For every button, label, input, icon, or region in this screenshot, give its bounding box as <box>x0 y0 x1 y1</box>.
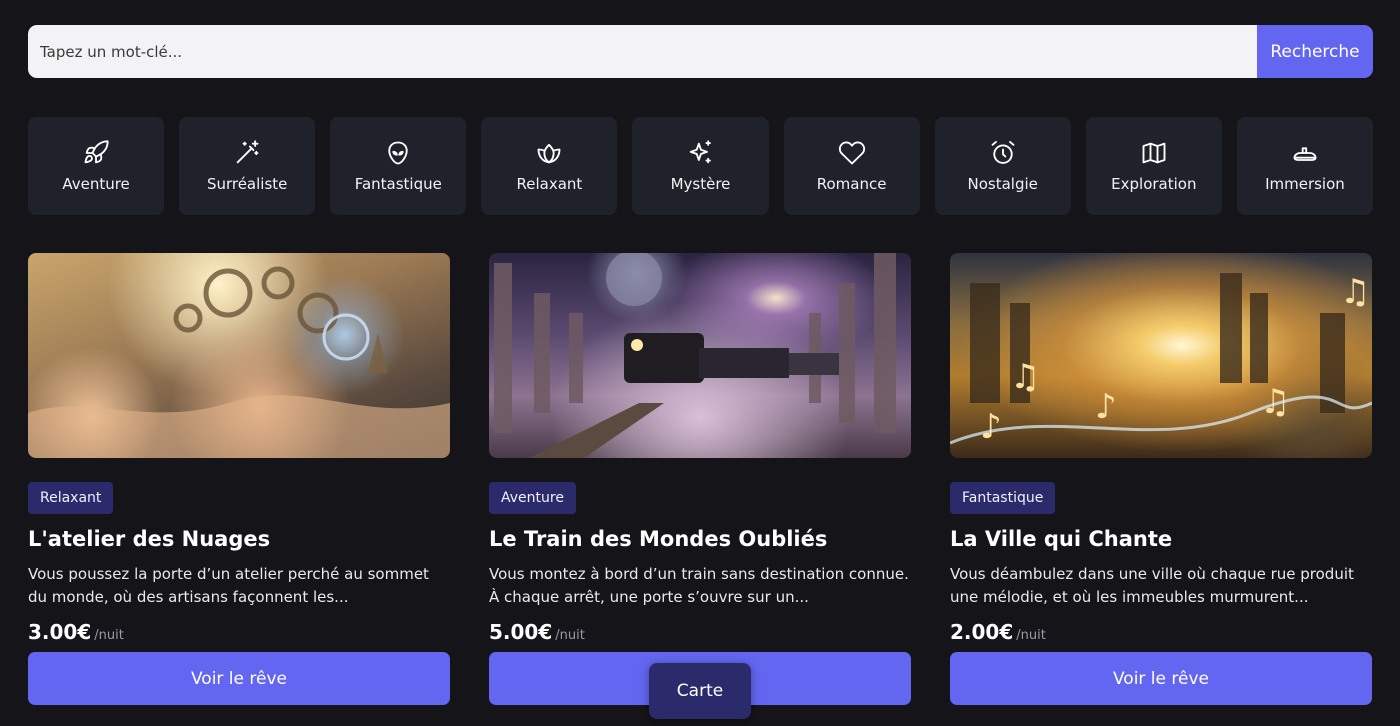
category-aventure[interactable]: Aventure <box>28 117 165 215</box>
card-title: La Ville qui Chante <box>950 527 1173 551</box>
category-label: Nostalgie <box>967 175 1038 193</box>
category-label: Surréaliste <box>206 175 288 193</box>
category-nostalgie[interactable]: Nostalgie <box>934 117 1071 215</box>
card-title: Le Train des Mondes Oubliés <box>489 527 828 551</box>
category-surrealiste[interactable]: Surréaliste <box>179 117 316 215</box>
card-illustration: ♪♫♫♫♪ <box>950 272 1372 447</box>
dream-card: ♪ ♫ ♫ ♫ ♪ Fantastique La Ville qui Chante Vo… <box>950 253 1372 705</box>
category-list: Aventure Surréaliste Fantastique Relaxan… <box>28 117 1373 215</box>
dream-card-list: Relaxant L'atelier des Nuages Vous pouss… <box>28 253 1373 705</box>
category-label: Exploration <box>1111 175 1197 193</box>
card-description: Vous déambulez dans une ville où chaque … <box>950 565 1354 606</box>
card-description: Vous poussez la porte d’un atelier perch… <box>28 565 429 606</box>
rocket-icon <box>84 140 109 164</box>
card-image: ♪ ♫ ♫ ♫ ♪ <box>950 253 1372 458</box>
category-badge: Relaxant <box>28 482 114 514</box>
map-icon <box>1142 142 1166 164</box>
category-badge: Aventure <box>489 482 576 514</box>
price-unit: /nuit <box>1016 628 1046 643</box>
category-relaxant[interactable]: Relaxant <box>481 117 618 215</box>
category-label: Relaxant <box>516 175 583 193</box>
card-image <box>28 253 450 458</box>
category-label: Romance <box>816 175 887 193</box>
map-button[interactable]: Carte <box>649 663 751 719</box>
price-row: 5.00€ /nuit <box>489 620 911 644</box>
alien-icon <box>388 141 408 165</box>
price-row: 2.00€ /nuit <box>950 620 1372 644</box>
view-dream-button[interactable]: Voir le rêve <box>28 652 450 705</box>
card-image <box>489 253 911 458</box>
sparkles-icon <box>690 140 712 164</box>
price: 2.00€ <box>950 620 1014 644</box>
price-row: 3.00€ /nuit <box>28 620 450 644</box>
category-mystere[interactable]: Mystère <box>632 117 769 215</box>
category-label: Immersion <box>1265 175 1345 193</box>
alarm-clock-icon <box>991 140 1015 164</box>
card-description: Vous montez à bord d’un train sans desti… <box>489 565 909 606</box>
card-title: L'atelier des Nuages <box>28 527 271 551</box>
category-immersion[interactable]: Immersion <box>1236 117 1373 215</box>
view-dream-button[interactable]: Voir le rêve <box>950 652 1372 705</box>
price: 5.00€ <box>489 620 553 644</box>
svg-text:♪: ♪ <box>980 407 1002 447</box>
search-bar: Recherche <box>28 25 1373 78</box>
category-romance[interactable]: Romance <box>783 117 920 215</box>
heart-icon <box>838 141 865 165</box>
search-input[interactable] <box>28 25 1257 78</box>
category-label: Aventure <box>62 175 130 193</box>
submarine-icon <box>1293 147 1317 161</box>
dream-card: Aventure Le Train des Mondes Oubliés Vou… <box>489 253 911 705</box>
category-label: Mystère <box>670 175 731 193</box>
price: 3.00€ <box>28 620 92 644</box>
category-exploration[interactable]: Exploration <box>1085 117 1222 215</box>
dream-card: Relaxant L'atelier des Nuages Vous pouss… <box>28 253 450 705</box>
category-badge: Fantastique <box>950 482 1056 514</box>
search-button[interactable]: Recherche <box>1257 25 1373 78</box>
price-unit: /nuit <box>555 628 585 643</box>
lotus-icon <box>537 143 561 164</box>
svg-text:♫: ♫ <box>1010 357 1040 397</box>
svg-text:♫: ♫ <box>1340 272 1370 312</box>
card-illustration <box>28 266 450 458</box>
svg-text:♪: ♪ <box>1095 387 1117 427</box>
category-label: Fantastique <box>354 175 442 193</box>
card-illustration <box>494 253 896 458</box>
category-fantastique[interactable]: Fantastique <box>330 117 467 215</box>
magic-wand-icon <box>236 140 259 164</box>
price-unit: /nuit <box>94 628 124 643</box>
